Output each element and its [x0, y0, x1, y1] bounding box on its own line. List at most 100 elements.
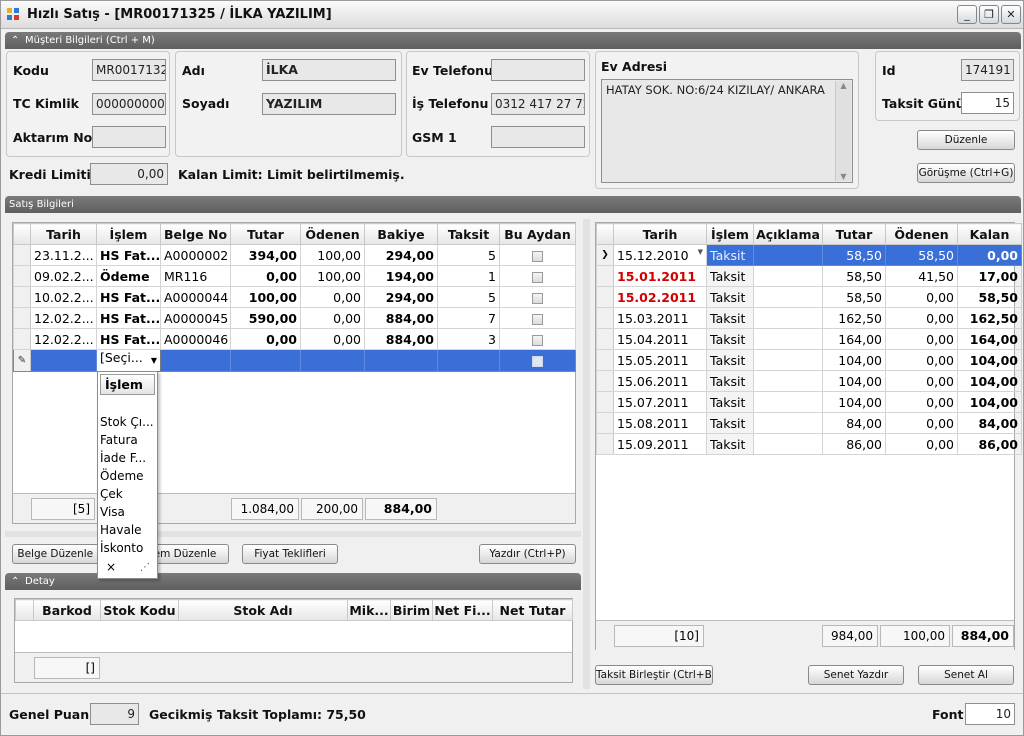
satis-col-header[interactable]: Tarih	[30, 223, 97, 245]
row-indicator[interactable]	[13, 265, 31, 287]
dropdown-option[interactable]: İade F...	[100, 451, 146, 465]
satis-cell-tarih[interactable]: 09.02.2...	[30, 265, 97, 287]
satis-row[interactable]: 10.02.2... HS Fat... A0000044 100,00 0,00 294…	[13, 286, 576, 308]
taksit-cell-odenen[interactable]: 0,00	[885, 307, 958, 329]
satis-col-header[interactable]: Bu Aydan	[499, 223, 576, 245]
taksit-grid[interactable]: Tarih İşlem Açıklama Tutar Ödenen Kalan ❯ 15.1…	[595, 222, 1022, 650]
duzenle-button[interactable]: Düzenle	[917, 130, 1015, 150]
dropdown-close-icon[interactable]: ×	[106, 560, 116, 574]
bu-aydan-cell[interactable]	[499, 307, 576, 329]
horizontal-splitter[interactable]	[5, 531, 581, 537]
taksit-cell-tarih[interactable]: 15.12.2010 ▼	[613, 244, 707, 266]
taksit-cell-islem[interactable]: Taksit	[706, 286, 754, 308]
row-indicator[interactable]	[13, 307, 31, 329]
taksit-cell-aciklama[interactable]	[753, 433, 823, 455]
taksit-col-header[interactable]: Tutar	[822, 223, 886, 245]
row-indicator[interactable]	[13, 328, 31, 350]
gorusme-button[interactable]: Görüşme (Ctrl+G)	[917, 163, 1015, 183]
satis-cell-odenen[interactable]: 0,00	[300, 286, 365, 308]
satis-cell-odenen[interactable]: 100,00	[300, 265, 365, 287]
bu-aydan-cell[interactable]	[499, 349, 576, 372]
fiyat-teklifleri-button[interactable]: Fiyat Teklifleri	[242, 544, 338, 564]
taksit-cell-tutar[interactable]: 104,00	[822, 370, 886, 392]
taksit-cell-islem[interactable]: Taksit	[706, 391, 754, 413]
taksit-row[interactable]: 15.01.2011 Taksit 58,50 41,50 17,00	[596, 265, 1022, 287]
senet-al-button[interactable]: Senet Al	[918, 665, 1014, 685]
taksit-col-header[interactable]: Tarih	[613, 223, 707, 245]
taksit-row[interactable]: ❯ 15.12.2010 ▼ Taksit 58,50 58,50 0,00	[596, 244, 1022, 266]
chevron-down-icon[interactable]: ▼	[151, 351, 157, 371]
satis-cell-taksit[interactable]: 1	[437, 265, 500, 287]
taksit-cell-odenen[interactable]: 0,00	[885, 391, 958, 413]
taksit-row[interactable]: 15.02.2011 Taksit 58,50 0,00 58,50	[596, 286, 1022, 308]
taksit-cell-tarih[interactable]: 15.05.2011	[613, 349, 707, 371]
row-indicator[interactable]	[596, 412, 614, 434]
taksit-cell-tutar[interactable]: 58,50	[822, 244, 886, 266]
satis-cell-tarih[interactable]: 12.02.2...	[30, 328, 97, 350]
satis-cell-taksit[interactable]: 5	[437, 286, 500, 308]
detay-section-header[interactable]: ⌃ Detay	[5, 573, 581, 590]
detay-col-header[interactable]: Net Tutar	[492, 599, 573, 621]
row-indicator[interactable]	[596, 433, 614, 455]
detay-col-header[interactable]: Net Fi...	[432, 599, 493, 621]
detay-col-header[interactable]: Mik...	[347, 599, 391, 621]
taksit-cell-kalan[interactable]: 162,50	[957, 307, 1022, 329]
satis-cell-bakiye[interactable]: 294,00	[364, 244, 438, 266]
row-indicator[interactable]	[13, 244, 31, 266]
adi-field[interactable]: İLKA	[262, 59, 396, 81]
satis-cell-bakiye[interactable]: 194,00	[364, 265, 438, 287]
taksit-cell-aciklama[interactable]	[753, 412, 823, 434]
vertical-splitter[interactable]	[583, 219, 590, 689]
row-indicator[interactable]	[596, 265, 614, 287]
taksit-row[interactable]: 15.08.2011 Taksit 84,00 0,00 84,00	[596, 412, 1022, 434]
resize-grip-icon[interactable]: ⋰	[140, 562, 150, 573]
satis-cell-islem[interactable]: HS Fat...	[96, 328, 161, 350]
taksit-cell-odenen[interactable]: 41,50	[885, 265, 958, 287]
taksit-row[interactable]: 15.03.2011 Taksit 162,50 0,00 162,50	[596, 307, 1022, 329]
taksit-cell-kalan[interactable]: 104,00	[957, 391, 1022, 413]
satis-cell-belge[interactable]: MR116	[160, 265, 231, 287]
gsm-field[interactable]	[491, 126, 585, 148]
taksit-row[interactable]: 15.05.2011 Taksit 104,00 0,00 104,00	[596, 349, 1022, 371]
taksit-row[interactable]: 15.06.2011 Taksit 104,00 0,00 104,00	[596, 370, 1022, 392]
taksit-cell-tutar[interactable]: 58,50	[822, 286, 886, 308]
taksit-cell-tarih[interactable]: 15.04.2011	[613, 328, 707, 350]
detay-grid[interactable]: Barkod Stok Kodu Stok Adı Mik... Birim Net Fi…	[14, 598, 573, 683]
dropdown-option[interactable]: Visa	[100, 505, 125, 519]
taksit-cell-odenen[interactable]: 0,00	[885, 370, 958, 392]
musteri-section-header[interactable]: ⌃ Müşteri Bilgileri (Ctrl + M)	[5, 32, 1021, 49]
dropdown-option[interactable]: İskonto	[100, 541, 143, 555]
satis-cell-odenen[interactable]: 100,00	[300, 244, 365, 266]
taksit-cell-tarih[interactable]: 15.07.2011	[613, 391, 707, 413]
satis-cell-tutar[interactable]: 0,00	[230, 328, 301, 350]
taksit-col-header[interactable]: İşlem	[706, 223, 754, 245]
taksit-cell-tarih[interactable]: 15.01.2011	[613, 265, 707, 287]
satis-cell-islem[interactable]: Ödeme	[96, 265, 161, 287]
bu-aydan-checkbox[interactable]	[532, 292, 543, 304]
taksit-cell-islem[interactable]: Taksit	[706, 307, 754, 329]
taksit-col-header[interactable]: Kalan	[957, 223, 1022, 245]
taksit-cell-tutar[interactable]: 84,00	[822, 412, 886, 434]
satis-row[interactable]: 23.11.2... HS Fat... A0000002 394,00 100,00 2…	[13, 244, 576, 266]
detay-col-header[interactable]: Birim	[390, 599, 433, 621]
taksit-cell-tarih[interactable]: 15.09.2011	[613, 433, 707, 455]
satis-cell-taksit[interactable]: 5	[437, 244, 500, 266]
bu-aydan-checkbox[interactable]	[532, 356, 543, 367]
taksit-birlestir-button[interactable]: Taksit Birleştir (Ctrl+B)	[595, 665, 713, 685]
satis-col-header[interactable]: Tutar	[230, 223, 301, 245]
row-indicator[interactable]	[596, 328, 614, 350]
satis-col-header[interactable]: Taksit	[437, 223, 500, 245]
satis-new-cell[interactable]	[437, 349, 500, 372]
istel-field[interactable]: 0312 417 27 72	[491, 93, 585, 115]
taksit-row[interactable]: 15.04.2011 Taksit 164,00 0,00 164,00	[596, 328, 1022, 350]
taksit-cell-tutar[interactable]: 104,00	[822, 349, 886, 371]
detay-col-header[interactable]: Barkod	[33, 599, 101, 621]
taksit-cell-kalan[interactable]: 84,00	[957, 412, 1022, 434]
taksit-cell-odenen[interactable]: 0,00	[885, 328, 958, 350]
detay-col-header[interactable]: Stok Adı	[178, 599, 348, 621]
taksit-cell-odenen[interactable]: 0,00	[885, 412, 958, 434]
satis-cell-tarih[interactable]: 12.02.2...	[30, 307, 97, 329]
taksit-cell-aciklama[interactable]	[753, 328, 823, 350]
satis-col-header[interactable]: Bakiye	[364, 223, 438, 245]
bu-aydan-checkbox[interactable]	[532, 250, 543, 262]
